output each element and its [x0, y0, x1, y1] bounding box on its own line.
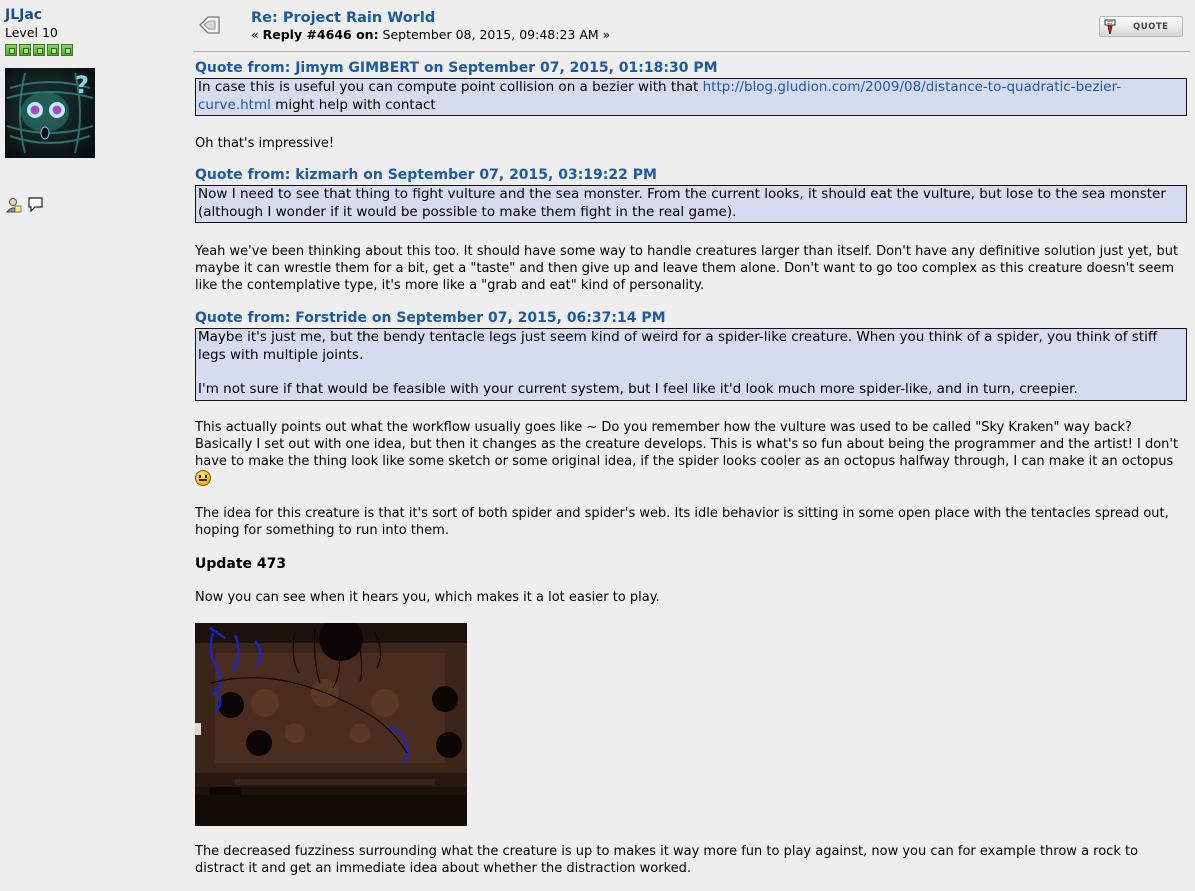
- reply-prefix: «: [251, 27, 263, 42]
- post-paragraph: The decreased fuzziness surrounding what…: [195, 843, 1139, 876]
- star-icon: [61, 44, 73, 56]
- svg-text:?: ?: [75, 71, 89, 99]
- reply-date: September 08, 2015, 09:48:23 AM »: [378, 27, 611, 42]
- quote-text: In case this is useful you can compute p…: [198, 79, 703, 95]
- quote-text: Now I need to see that thing to fight vu…: [198, 186, 1166, 220]
- quote-text: I'm not sure if that would be feasible w…: [198, 381, 1078, 397]
- star-icon: [33, 44, 45, 56]
- post-paragraph: Yeah we've been thinking about this too.…: [195, 244, 1179, 293]
- profile-icon[interactable]: [5, 196, 23, 218]
- quote-button-label: QUOTE: [1133, 21, 1169, 32]
- reply-number: Reply #4646 on:: [262, 27, 379, 42]
- post-paragraph: Now you can see when it hears you, which…: [195, 589, 660, 605]
- star-icon: [19, 44, 31, 56]
- quote-text: might help with contact: [270, 96, 436, 113]
- poster-level: Level 10: [5, 25, 58, 40]
- game-screenshot: [195, 622, 467, 826]
- post-paragraph: Oh that's impressive!: [195, 136, 335, 151]
- post-paragraph: The idea for this creature is that it's …: [195, 505, 1169, 538]
- star-icon: [47, 44, 59, 56]
- quote-header[interactable]: Quote from: Forstride on September 07, 2…: [195, 310, 1187, 326]
- quote-box: In case this is useful you can compute p…: [195, 78, 1187, 116]
- post-body: Quote from: Jimym GIMBERT on September 0…: [195, 60, 1187, 877]
- avatar[interactable]: ?: [5, 68, 95, 158]
- post-icon: [197, 14, 223, 40]
- quote-button[interactable]: QUOTE: [1099, 16, 1183, 37]
- star-icon: [5, 44, 17, 56]
- quote-text: Maybe it's just me, but the bendy tentac…: [198, 329, 1158, 363]
- quote-box: Now I need to see that thing to fight vu…: [195, 185, 1187, 223]
- smiley-icon: [195, 469, 211, 486]
- poster-info: JLJac Level 10 ?: [5, 6, 185, 213]
- post-paragraph: This actually points out what the workfl…: [195, 419, 1187, 487]
- paragraph-text: This actually points out what the workfl…: [195, 419, 1179, 469]
- poster-username[interactable]: JLJac: [5, 6, 185, 24]
- rank-stars: [5, 44, 185, 58]
- post-subject[interactable]: Re: Project Rain World: [251, 10, 435, 27]
- quote-box: Maybe it's just me, but the bendy tentac…: [195, 328, 1187, 401]
- quote-header[interactable]: Quote from: kizmarh on September 07, 201…: [195, 167, 1187, 183]
- pm-icon[interactable]: [27, 196, 45, 218]
- header-divider: [193, 51, 1190, 52]
- quote-header[interactable]: Quote from: Jimym GIMBERT on September 0…: [195, 60, 1187, 76]
- update-title: Update 473: [195, 555, 287, 572]
- reply-info: « Reply #4646 on: September 08, 2015, 09…: [251, 27, 610, 42]
- quote-icon: [1103, 19, 1119, 35]
